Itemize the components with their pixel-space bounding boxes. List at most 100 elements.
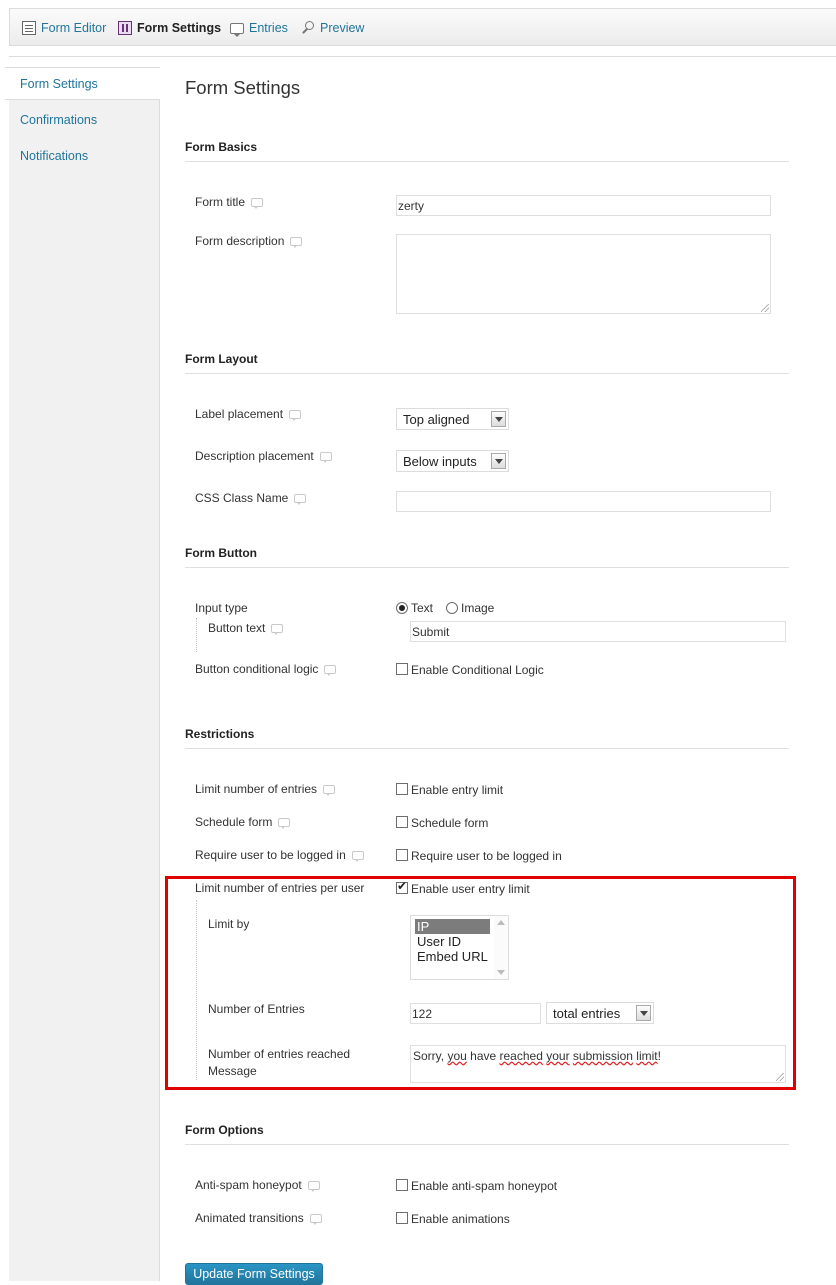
animated-transitions-label: Animated transitions — [195, 1211, 322, 1225]
tooltip-icon[interactable] — [324, 664, 337, 676]
section-divider — [185, 1144, 789, 1145]
require-login-label: Require user to be logged in — [195, 848, 364, 862]
toolbar-entries-label: Entries — [249, 21, 288, 35]
label-placement-label: Label placement — [195, 407, 302, 421]
section-divider — [185, 373, 789, 374]
css-class-label: CSS Class Name — [195, 491, 307, 505]
toolbar-form-settings-label: Form Settings — [137, 21, 222, 35]
description-placement-value: Below inputs — [403, 454, 477, 469]
description-placement-label-text: Description placement — [195, 449, 314, 463]
label-placement-value: Top aligned — [403, 412, 470, 427]
section-heading-form-basics: Form Basics — [185, 140, 258, 154]
form-description-textarea[interactable] — [396, 234, 771, 314]
honeypot-label-text: Anti-spam honeypot — [195, 1178, 302, 1192]
form-description-label-text: Form description — [195, 234, 285, 248]
enable-entry-limit-checkbox[interactable] — [396, 783, 408, 795]
schedule-form-label-text: Schedule form — [195, 815, 273, 829]
require-login-checkbox[interactable] — [396, 849, 408, 861]
section-heading-form-options: Form Options — [185, 1123, 264, 1137]
input-type-image-radio[interactable] — [446, 602, 458, 614]
honeypot-label: Anti-spam honeypot — [195, 1178, 320, 1192]
sidebar-item-form-settings[interactable]: Form Settings — [5, 67, 160, 100]
button-conditional-label: Button conditional logic — [195, 662, 337, 676]
button-text-label-text: Button text — [208, 621, 266, 635]
label-placement-select[interactable]: Top aligned — [396, 408, 509, 430]
form-title-label-text: Form title — [195, 195, 246, 209]
toolbar-divider — [9, 56, 836, 57]
form-description-label: Form description — [195, 234, 303, 248]
input-type-image-label: Image — [461, 601, 495, 615]
tooltip-icon[interactable] — [309, 1213, 322, 1225]
toolbar-preview-link[interactable]: Preview — [301, 20, 364, 36]
section-divider — [185, 567, 789, 568]
highlight-box — [165, 876, 796, 1090]
schedule-form-checkbox-label: Schedule form — [411, 816, 489, 830]
settings-sidebar: Form Settings Confirmations Notification… — [5, 67, 160, 1281]
form-title-input[interactable]: zerty — [396, 195, 771, 216]
entries-icon — [230, 22, 244, 37]
input-type-label-text: Input type — [195, 601, 248, 615]
toolbar-form-editor-link[interactable]: Form Editor — [22, 20, 106, 36]
tooltip-icon[interactable] — [351, 850, 364, 862]
sidebar-item-label: Notifications — [20, 149, 89, 163]
toolbar-form-settings-link[interactable]: Form Settings — [118, 20, 221, 36]
sidebar-item-label: Form Settings — [20, 77, 98, 91]
toolbar-entries-link[interactable]: Entries — [230, 20, 288, 37]
schedule-form-checkbox[interactable] — [396, 816, 408, 828]
enable-conditional-logic-checkbox[interactable] — [396, 663, 408, 675]
section-divider — [185, 748, 789, 749]
enable-honeypot-checkbox[interactable] — [396, 1179, 408, 1191]
tooltip-icon[interactable] — [278, 817, 291, 829]
description-placement-select[interactable]: Below inputs — [396, 450, 509, 472]
tooltip-icon[interactable] — [294, 493, 307, 505]
description-placement-label: Description placement — [195, 449, 332, 463]
sidebar-item-notifications[interactable]: Notifications — [9, 140, 160, 173]
section-heading-restrictions: Restrictions — [185, 727, 255, 741]
input-type-text-radio[interactable] — [396, 602, 408, 614]
tooltip-icon[interactable] — [319, 451, 332, 463]
preview-icon — [301, 21, 315, 35]
limit-entries-label: Limit number of entries — [195, 782, 336, 796]
button-text-input[interactable]: Submit — [410, 621, 786, 642]
require-login-label-text: Require user to be logged in — [195, 848, 346, 862]
section-divider — [185, 161, 789, 162]
require-login-checkbox-label: Require user to be logged in — [411, 849, 562, 863]
css-class-input[interactable] — [396, 491, 771, 512]
page-title: Form Settings — [185, 77, 301, 98]
update-form-settings-button[interactable]: Update Form Settings — [185, 1263, 323, 1285]
resize-grip-icon[interactable] — [761, 304, 769, 312]
toolbar-form-editor-label: Form Editor — [41, 21, 107, 35]
section-heading-form-layout: Form Layout — [185, 352, 258, 366]
input-type-label: Input type — [195, 601, 248, 615]
input-type-text-label: Text — [411, 601, 434, 615]
enable-animations-checkbox[interactable] — [396, 1212, 408, 1224]
enable-entry-limit-label: Enable entry limit — [411, 783, 504, 797]
toolbar-preview-label: Preview — [320, 21, 365, 35]
tooltip-icon[interactable] — [271, 623, 284, 635]
tooltip-icon[interactable] — [307, 1180, 320, 1192]
button-text-value: Submit — [412, 625, 450, 639]
form-editor-icon — [22, 21, 36, 35]
tooltip-icon[interactable] — [289, 409, 302, 421]
form-settings-icon — [118, 21, 132, 35]
sidebar-item-label: Confirmations — [20, 113, 98, 127]
tooltip-icon[interactable] — [251, 197, 264, 209]
animated-transitions-label-text: Animated transitions — [195, 1211, 304, 1225]
enable-honeypot-label: Enable anti-spam honeypot — [411, 1179, 558, 1193]
limit-entries-label-text: Limit number of entries — [195, 782, 318, 796]
chevron-down-icon — [491, 453, 506, 469]
button-conditional-label-text: Button conditional logic — [195, 662, 319, 676]
schedule-form-label: Schedule form — [195, 815, 291, 829]
tooltip-icon[interactable] — [323, 784, 336, 796]
css-class-label-text: CSS Class Name — [195, 491, 289, 505]
form-toolbar: Form Editor Form Settings Entries Previe… — [9, 8, 836, 46]
section-heading-form-button: Form Button — [185, 546, 257, 560]
label-placement-label-text: Label placement — [195, 407, 284, 421]
form-title-label: Form title — [195, 195, 264, 209]
tooltip-icon[interactable] — [290, 236, 303, 248]
enable-conditional-logic-label: Enable Conditional Logic — [411, 663, 544, 677]
button-text-label: Button text — [208, 621, 284, 635]
enable-animations-label: Enable animations — [411, 1212, 510, 1226]
form-title-value: zerty — [398, 199, 425, 213]
sidebar-item-confirmations[interactable]: Confirmations — [9, 104, 160, 137]
